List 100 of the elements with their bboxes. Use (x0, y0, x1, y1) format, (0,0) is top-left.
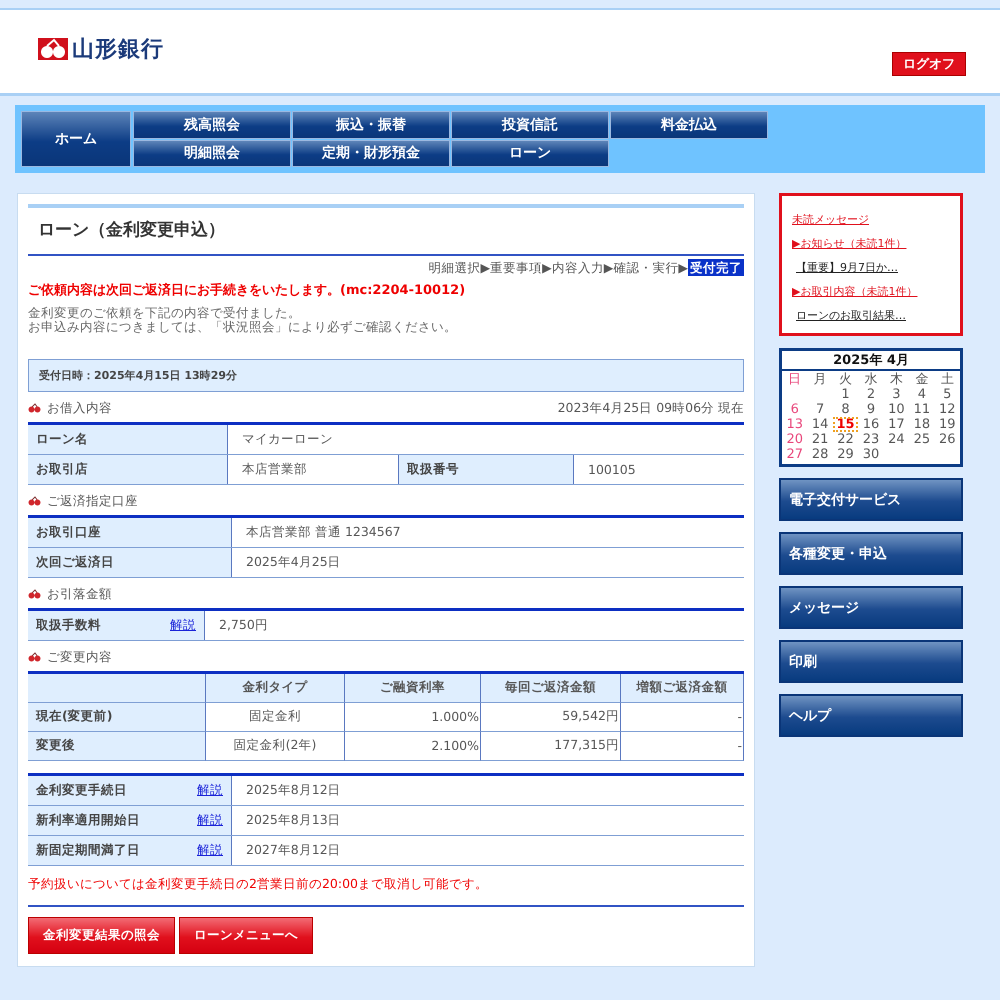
section-heading: お借入内容 (47, 400, 112, 417)
calendar-day: 12 (934, 402, 960, 417)
step-arrow: ▶ (480, 260, 490, 275)
help-link[interactable]: 解説 (197, 812, 223, 829)
row-label: ローン名 (28, 424, 228, 454)
cherry-icon (28, 496, 41, 506)
row-label: 新利率適用開始日 (36, 812, 140, 829)
nav-button[interactable]: 振込・振替 (292, 111, 450, 138)
step-arrow: ▶ (678, 260, 688, 275)
nav-button[interactable]: 明細照会 (133, 140, 291, 167)
step-label: 内容入力 (552, 260, 604, 275)
row-value: マイカーローン (241, 430, 334, 448)
message-text: 金利変更のご依頼を下記の内容で受付ました。 (28, 306, 302, 320)
calendar-day: 6 (782, 402, 808, 417)
calendar-day: 30 (858, 447, 884, 462)
calendar-day: 2 (858, 387, 884, 402)
row-value: 2025年4月25日 (245, 552, 342, 571)
weekday-label: 金 (914, 372, 930, 387)
weekday-label: 水 (863, 372, 878, 387)
message-category-link[interactable]: ▶お知らせ（未読1件） (792, 236, 950, 251)
row-label: 現在(変更前) (28, 702, 206, 732)
timestamp: 2023年4月25日 09時06分 現在 (558, 400, 744, 417)
calendar-day: 13 (782, 417, 808, 432)
section-heading: ご返済指定口座 (47, 492, 138, 510)
calendar-day: 5 (934, 387, 960, 402)
side-menu-button[interactable]: メッセージ (779, 586, 963, 629)
row-label: 変更後 (28, 732, 206, 761)
step-label: 明細選択 (428, 260, 480, 275)
calendar-day: 4 (909, 387, 935, 402)
column-header: 毎回ご返済金額 (481, 674, 621, 703)
column-header: ご融資利率 (345, 674, 481, 703)
section-heading: お引落金額 (47, 586, 112, 603)
cherry-icon (28, 652, 41, 662)
help-link[interactable]: 解説 (197, 782, 223, 799)
action-button[interactable]: 金利変更結果の照会 (28, 916, 175, 954)
table-cell: 固定金利(2年) (206, 732, 345, 761)
row-label: 次回ご返済日 (36, 554, 114, 571)
step-arrow: ▶ (542, 260, 552, 275)
side-menu-button[interactable]: 各種変更・申込 (779, 532, 963, 575)
help-link[interactable]: 解説 (170, 616, 196, 634)
logoff-button[interactable]: ログオフ (892, 52, 966, 76)
nav-button[interactable]: 残高照会 (133, 111, 291, 138)
side-menu-button[interactable]: 印刷 (779, 640, 963, 683)
logo-icon (38, 38, 68, 60)
row-label: 取扱手数料 (36, 616, 101, 634)
row-label: お取引店 (28, 454, 228, 484)
messages-link[interactable]: 未読メッセージ (792, 212, 950, 227)
nav-home-button[interactable]: ホーム (21, 111, 131, 167)
calendar-day: 9 (858, 402, 884, 417)
nav-button[interactable]: 投資信託 (451, 111, 609, 138)
help-link[interactable]: 解説 (197, 842, 223, 859)
calendar-day: 22 (832, 432, 858, 447)
calendar-day: 20 (782, 432, 808, 447)
column-header: 増額ご返済金額 (621, 674, 744, 703)
side-menu-button[interactable]: ヘルプ (779, 694, 963, 737)
row-value: 2025年8月13日 (245, 810, 342, 829)
calendar-day: 15 (832, 417, 858, 432)
message-category-link[interactable]: ▶お取引内容（未読1件） (792, 284, 950, 299)
calendar-day: 23 (858, 432, 884, 447)
nav-button[interactable]: 定期・財形預金 (292, 140, 450, 167)
calendar-day: 10 (884, 402, 910, 417)
table-cell: 59,542円 (481, 702, 621, 732)
calendar-day: 3 (884, 387, 910, 402)
message-link[interactable]: 【重要】9月7日か… (792, 260, 950, 275)
calendar-day: 8 (832, 402, 858, 417)
side-menu-button[interactable]: 電子交付サービス (779, 478, 963, 521)
cherry-icon (28, 403, 41, 414)
step-arrow: ▶ (604, 260, 614, 275)
step-label: 受付完了 (688, 259, 744, 276)
calendar-day: 17 (884, 417, 910, 432)
table-cell: 2.100% (345, 732, 481, 761)
weekday-label: 木 (888, 372, 904, 387)
row-value: 2027年8月12日 (245, 840, 342, 859)
calendar-day: 25 (909, 432, 935, 447)
row-value: 2025年8月12日 (245, 780, 342, 799)
cherry-icon (28, 589, 41, 600)
calendar-day: 21 (807, 432, 833, 447)
row-label: 取扱番号 (399, 454, 574, 484)
message-link[interactable]: ローンのお取引結果… (792, 308, 950, 323)
weekday-label: 日 (787, 372, 802, 387)
row-value: 2,750円 (218, 616, 269, 634)
table-cell: 固定金利 (206, 702, 345, 732)
step-label: 確認・実行 (613, 260, 678, 275)
calendar-day: 28 (807, 447, 833, 462)
row-label: 金利変更手続日 (36, 782, 127, 799)
row-value: 本店営業部 普通 1234567 (245, 522, 402, 541)
table-cell: 1.000% (345, 702, 481, 732)
column-header: 金利タイプ (206, 674, 345, 703)
row-value: 100105 (587, 460, 637, 479)
nav-button[interactable]: ローン (451, 140, 609, 167)
action-button[interactable]: ローンメニューへ (179, 916, 313, 954)
calendar-day: 19 (934, 417, 960, 432)
row-label: お取引口座 (36, 524, 101, 541)
step-label: 重要事項 (490, 260, 542, 275)
nav-button[interactable]: 料金払込 (610, 111, 768, 138)
bank-logo-text: 山形銀行 (72, 36, 164, 64)
weekday-label: 火 (838, 372, 854, 387)
calendar-day: 24 (884, 432, 910, 447)
calendar-day: 11 (909, 402, 935, 417)
weekday-label: 月 (812, 372, 828, 387)
